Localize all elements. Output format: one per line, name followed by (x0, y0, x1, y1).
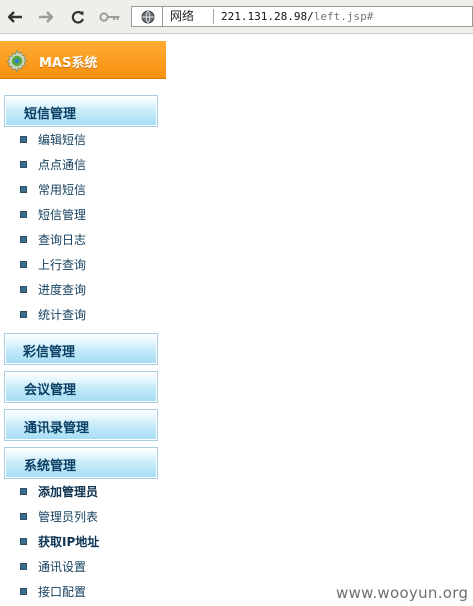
menu-item-label: 接口配置 (38, 585, 87, 599)
menu-item-label: 常用短信 (38, 183, 87, 197)
menu-item-label: 获取IP地址 (38, 535, 100, 549)
section-contacts-management[interactable]: 通讯录管理 (4, 409, 158, 441)
square-bullet-icon (20, 136, 27, 143)
section-conference-management[interactable]: 会议管理 (4, 371, 158, 403)
menu-item-label: 通讯设置 (38, 560, 87, 574)
square-bullet-icon (20, 513, 27, 520)
menu-item-label: 管理员列表 (38, 510, 99, 524)
square-bullet-icon (20, 261, 27, 268)
section-mms-management[interactable]: 彩信管理 (4, 333, 158, 365)
square-bullet-icon (20, 588, 27, 595)
address-divider (213, 9, 214, 24)
menu-item-label: 点点通信 (38, 158, 87, 172)
menu-item-query-log[interactable]: 查询日志 (20, 230, 160, 250)
site-info-button[interactable] (131, 6, 163, 27)
menu-item-label: 查询日志 (38, 233, 87, 247)
section-sms-management[interactable]: 短信管理 (4, 95, 158, 127)
forward-button[interactable] (35, 6, 57, 28)
menu-item-edit-sms[interactable]: 编辑短信 (20, 130, 160, 150)
watermark-text: www.wooyun.org (336, 584, 469, 602)
reload-button[interactable] (67, 6, 89, 28)
section-label: 彩信管理 (23, 345, 76, 360)
key-icon (99, 12, 120, 22)
menu-item-interface-config[interactable]: 接口配置 (20, 582, 160, 602)
menu-item-admin-list[interactable]: 管理员列表 (20, 507, 160, 527)
square-bullet-icon (20, 211, 27, 218)
key-button[interactable] (98, 6, 122, 28)
gear-logo-icon (6, 49, 28, 73)
menu-item-label: 进度查询 (38, 283, 87, 297)
forward-arrow-icon (39, 11, 54, 23)
address-bar[interactable]: 网络 221.131.28.98/left.jsp# (162, 6, 473, 27)
menu-item-label: 统计查询 (38, 308, 87, 322)
menu-item-uplink-query[interactable]: 上行查询 (20, 255, 160, 275)
address-url: 221.131.28.98/left.jsp# (221, 7, 373, 26)
square-bullet-icon (20, 488, 27, 495)
section-label: 短信管理 (24, 107, 77, 122)
menu-item-label: 上行查询 (38, 258, 87, 272)
menu-item-statistics-query[interactable]: 统计查询 (20, 305, 160, 325)
square-bullet-icon (20, 186, 27, 193)
section-label: 会议管理 (24, 383, 77, 398)
menu-item-label: 添加管理员 (38, 485, 99, 499)
globe-icon (141, 10, 154, 23)
menu-item-sms-management[interactable]: 短信管理 (20, 205, 160, 225)
menu-item-communication-settings[interactable]: 通讯设置 (20, 557, 160, 577)
menu-item-label: 短信管理 (38, 208, 87, 222)
menu-item-get-ip-address[interactable]: 获取IP地址 (20, 532, 160, 552)
url-path: left.jsp# (313, 10, 374, 23)
menu-item-add-admin[interactable]: 添加管理员 (20, 482, 160, 502)
back-button[interactable] (4, 6, 26, 28)
back-arrow-icon (7, 11, 22, 23)
brand-title: MAS系统 (39, 56, 98, 71)
square-bullet-icon (20, 286, 27, 293)
section-system-management[interactable]: 系统管理 (4, 447, 158, 479)
network-zone-label: 网络 (170, 9, 195, 23)
square-bullet-icon (20, 236, 27, 243)
brand-header: MAS系统 (0, 41, 166, 79)
section-label: 通讯录管理 (24, 421, 90, 436)
square-bullet-icon (20, 161, 27, 168)
reload-icon (71, 10, 85, 24)
square-bullet-icon (20, 563, 27, 570)
menu-item-common-sms[interactable]: 常用短信 (20, 180, 160, 200)
square-bullet-icon (20, 311, 27, 318)
section-label: 系统管理 (24, 459, 77, 474)
browser-toolbar: 网络 221.131.28.98/left.jsp# (0, 0, 473, 34)
menu-item-progress-query[interactable]: 进度查询 (20, 280, 160, 300)
menu-item-point-to-point[interactable]: 点点通信 (20, 155, 160, 175)
url-host: 221.131.28.98/ (221, 10, 314, 23)
menu-item-label: 编辑短信 (38, 133, 87, 147)
square-bullet-icon (20, 538, 27, 545)
